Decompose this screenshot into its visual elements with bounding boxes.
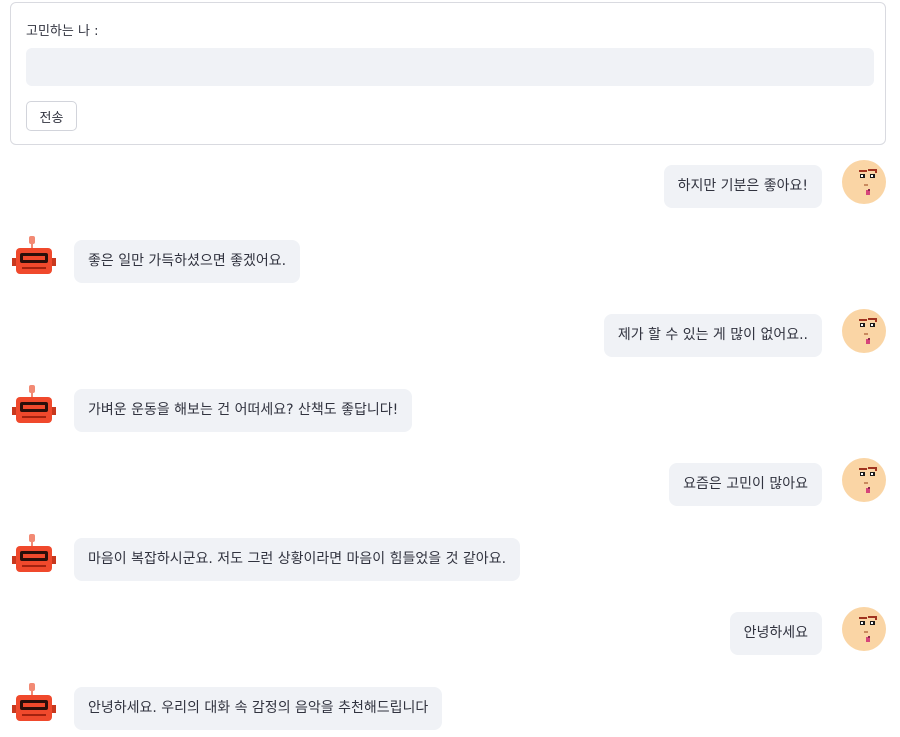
chat-message-user: 제가 할 수 있는 게 많이 없어요.. (0, 309, 900, 359)
bot-avatar-icon (12, 683, 56, 721)
bot-message-bubble: 안녕하세요. 우리의 대화 속 감정의 음악을 추천해드립니다 (74, 687, 443, 730)
bot-avatar-icon (12, 236, 56, 274)
input-label: 고민하는 나 : (26, 24, 99, 39)
chat-message-bot: 마음이 복잡하시군요. 저도 그런 상황이라면 마음이 힘들었을 것 같아요. (0, 534, 900, 584)
user-message-bubble: 제가 할 수 있는 게 많이 없어요.. (603, 314, 822, 357)
user-avatar-icon (842, 160, 886, 204)
bot-avatar-icon (12, 534, 56, 572)
bot-avatar-icon (12, 385, 56, 423)
user-message-bubble: 하지만 기분은 좋아요! (663, 165, 822, 208)
bot-message-bubble: 마음이 복잡하시군요. 저도 그런 상황이라면 마음이 힘들었을 것 같아요. (74, 538, 521, 581)
chat-message-user: 안녕하세요 (0, 607, 900, 657)
send-button[interactable]: 전송 (26, 101, 77, 131)
chat-message-user: 하지만 기분은 좋아요! (0, 160, 900, 210)
user-avatar-icon (842, 458, 886, 502)
chat-message-bot: 안녕하세요. 우리의 대화 속 감정의 음악을 추천해드립니다 (0, 683, 900, 733)
chat-message-bot: 좋은 일만 가득하셨으면 좋겠어요. (0, 236, 900, 286)
chat-message-user: 요즘은 고민이 많아요 (0, 458, 900, 508)
user-message-bubble: 안녕하세요 (729, 612, 822, 655)
bot-message-bubble: 가벼운 운동을 해보는 건 어떠세요? 산책도 좋답니다! (74, 389, 413, 432)
message-input[interactable] (26, 48, 874, 86)
user-avatar-icon (842, 607, 886, 651)
chat-input-form: 고민하는 나 : 전송 (10, 2, 886, 145)
bot-message-bubble: 좋은 일만 가득하셨으면 좋겠어요. (74, 240, 301, 283)
user-avatar-icon (842, 309, 886, 353)
user-message-bubble: 요즘은 고민이 많아요 (669, 463, 822, 506)
chat-message-bot: 가벼운 운동을 해보는 건 어떠세요? 산책도 좋답니다! (0, 385, 900, 435)
